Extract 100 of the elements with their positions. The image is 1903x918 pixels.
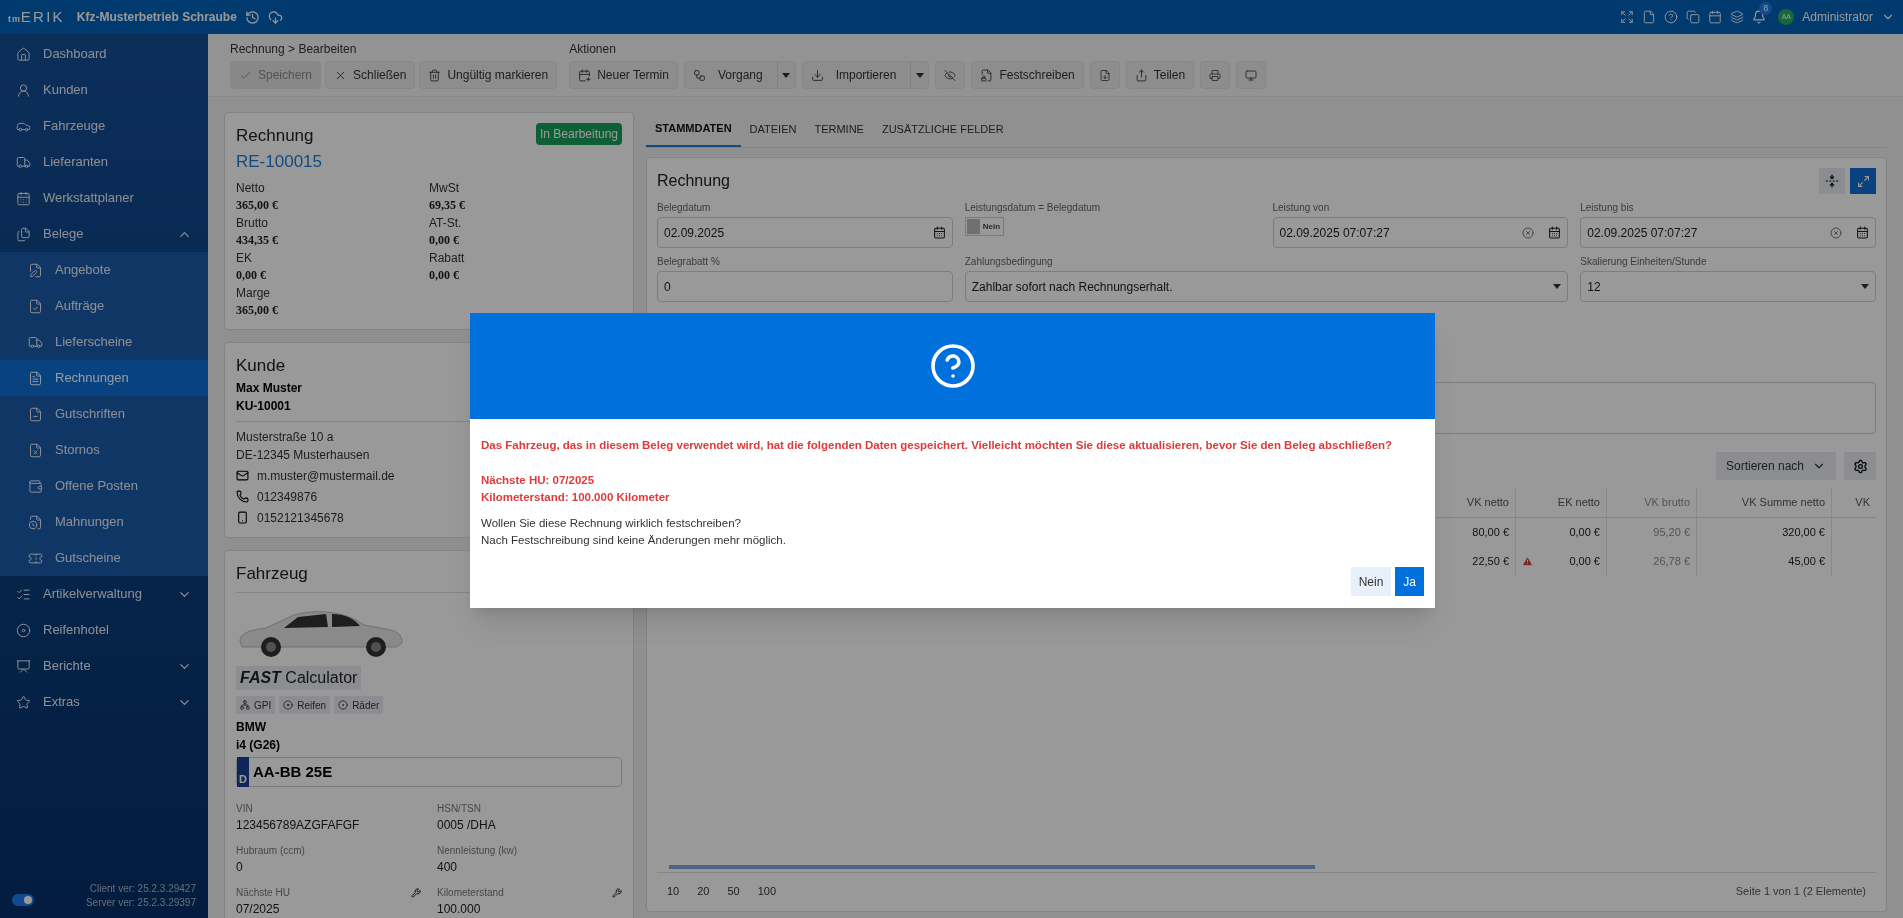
chip-button[interactable]: Räder bbox=[334, 696, 384, 714]
stat-value: 365,00 € bbox=[236, 302, 279, 319]
plate-country: D bbox=[237, 757, 249, 787]
nav-item[interactable]: Angebote bbox=[0, 252, 208, 288]
chip-button[interactable]: Reifen bbox=[279, 696, 331, 714]
caret-icon[interactable] bbox=[1861, 284, 1869, 289]
nav-item[interactable]: Aufträge bbox=[0, 288, 208, 324]
tab[interactable]: ZUSÄTZLICHE FELDER bbox=[872, 112, 1013, 147]
tab[interactable]: DATEIEN bbox=[740, 112, 806, 147]
field-label: Nächste HU bbox=[236, 886, 290, 900]
action-label[interactable]: Importieren bbox=[829, 66, 903, 84]
customer-name: Max Muster bbox=[236, 379, 303, 397]
nav-item[interactable]: Mahnungen bbox=[0, 504, 208, 540]
select-field[interactable]: Zahlbar sofort nach Rechnungserhalt. bbox=[964, 271, 1569, 302]
expand-button[interactable] bbox=[1850, 168, 1876, 194]
tab[interactable]: STAMMDATEN bbox=[646, 112, 741, 147]
dialog-button[interactable]: Nein bbox=[1350, 567, 1392, 597]
page-size-option[interactable]: 50 bbox=[727, 882, 740, 899]
nav-item[interactable]: Lieferscheine bbox=[0, 324, 208, 360]
wrench-icon[interactable] bbox=[411, 888, 421, 898]
toggle-switch[interactable] bbox=[12, 894, 34, 906]
nav-icon bbox=[28, 442, 43, 458]
toolbar-icon[interactable] bbox=[1708, 10, 1723, 24]
calendar-icon[interactable] bbox=[1856, 226, 1869, 239]
nav-item[interactable]: Artikelverwaltung bbox=[0, 576, 208, 612]
column-header[interactable]: EK netto bbox=[1515, 488, 1606, 517]
column-header[interactable]: VK Summe netto bbox=[1696, 488, 1831, 517]
nav-item[interactable]: Gutschriften bbox=[0, 396, 208, 432]
action-button[interactable]: Neuer Termin bbox=[569, 61, 678, 89]
calculator-logo[interactable]: FAST Calculator bbox=[236, 666, 362, 690]
toolbar-icon[interactable] bbox=[1730, 10, 1745, 24]
cloud-download-icon[interactable] bbox=[267, 9, 283, 25]
caret-icon[interactable] bbox=[1553, 284, 1562, 289]
nav-item[interactable]: Stornos bbox=[0, 432, 208, 468]
invoice-number[interactable]: RE-100015 bbox=[236, 148, 322, 174]
nav-item[interactable]: Dashboard bbox=[0, 36, 208, 72]
date-field[interactable]: 02.09.2025 bbox=[657, 217, 953, 248]
nav-item[interactable]: Offene Posten bbox=[0, 468, 208, 504]
settings-icon bbox=[1852, 458, 1868, 474]
nav-item[interactable]: Gutscheine bbox=[0, 540, 208, 576]
nav-item[interactable]: Belege bbox=[0, 216, 208, 252]
nav-item[interactable]: Rechnungen bbox=[0, 360, 208, 396]
calendar-icon[interactable] bbox=[932, 226, 946, 239]
caret-icon[interactable] bbox=[915, 72, 924, 78]
split-button[interactable]: Vorgang bbox=[683, 61, 796, 89]
nav-item[interactable]: Lieferanten bbox=[0, 144, 208, 180]
toolbar-icon[interactable] bbox=[1664, 10, 1679, 24]
toggle-button[interactable]: Nein bbox=[964, 217, 1005, 236]
logo[interactable]: tm ERIK bbox=[8, 5, 65, 29]
split-button[interactable]: Importieren bbox=[801, 61, 930, 89]
calendar-icon[interactable] bbox=[1548, 226, 1562, 239]
icon-button[interactable] bbox=[935, 61, 966, 89]
toolbar-icon[interactable] bbox=[1686, 10, 1701, 24]
section-title: Aktionen bbox=[569, 41, 617, 58]
datetime-field[interactable]: 02.09.2025 07:07:27 bbox=[1272, 217, 1569, 248]
mobile-number[interactable]: 0152121345678 bbox=[257, 508, 344, 527]
stat-label: MwSt bbox=[429, 180, 460, 197]
toolbar-icon[interactable] bbox=[1642, 10, 1657, 24]
select-field[interactable]: 12 bbox=[1580, 271, 1876, 302]
toolbar-button[interactable]: Schließen bbox=[325, 61, 416, 89]
icon-button[interactable] bbox=[1236, 61, 1267, 89]
datetime-field[interactable]: 02.09.2025 07:07:27 bbox=[1580, 217, 1876, 248]
nav-item[interactable]: Fahrzeuge bbox=[0, 108, 208, 144]
nav-item[interactable]: Reifenhotel bbox=[0, 612, 208, 648]
field-label: HSN/TSN bbox=[437, 802, 481, 816]
collapse-button[interactable] bbox=[1819, 168, 1845, 194]
toolbar-icon[interactable] bbox=[1620, 10, 1635, 24]
icon-button[interactable] bbox=[1089, 61, 1120, 89]
page-size-option[interactable]: 20 bbox=[697, 882, 710, 899]
action-icon bbox=[810, 68, 824, 82]
wrench-icon[interactable] bbox=[612, 888, 622, 898]
page-size-option[interactable]: 100 bbox=[757, 882, 777, 899]
page-size-option[interactable]: 10 bbox=[667, 882, 680, 899]
nav-item[interactable]: Werkstattplaner bbox=[0, 180, 208, 216]
horizontal-scrollbar[interactable] bbox=[669, 864, 1316, 869]
action-button[interactable]: Festschreiben bbox=[971, 61, 1084, 89]
action-button[interactable]: Teilen bbox=[1125, 61, 1195, 89]
input-field[interactable]: 0 bbox=[657, 271, 953, 302]
user-name[interactable]: Administrator bbox=[1802, 8, 1873, 26]
sort-button[interactable]: Sortieren nach bbox=[1715, 452, 1836, 480]
icon-button[interactable] bbox=[1200, 61, 1231, 89]
nav-item[interactable]: Kunden bbox=[0, 72, 208, 108]
clear-icon[interactable] bbox=[1522, 226, 1535, 239]
action-label[interactable]: Vorgang bbox=[711, 66, 769, 84]
stat-label: EK bbox=[236, 250, 253, 267]
toolbar-button[interactable]: Ungültig markieren bbox=[419, 61, 558, 89]
column-header[interactable]: VK bbox=[1831, 488, 1876, 517]
dialog-button[interactable]: Ja bbox=[1395, 567, 1424, 597]
tab[interactable]: TERMINE bbox=[805, 112, 873, 147]
phone-number[interactable]: 012349876 bbox=[257, 487, 318, 506]
settings-button[interactable] bbox=[1844, 452, 1876, 480]
nav-icon bbox=[28, 406, 43, 422]
nav-item[interactable]: Berichte bbox=[0, 648, 208, 684]
chip-button[interactable]: GPI bbox=[236, 696, 276, 714]
history-icon[interactable] bbox=[244, 9, 260, 25]
nav-item[interactable]: Extras bbox=[0, 684, 208, 720]
bell-icon[interactable] bbox=[1752, 10, 1767, 24]
caret-icon[interactable] bbox=[782, 72, 791, 78]
clear-icon[interactable] bbox=[1830, 226, 1842, 239]
email-link[interactable]: m.muster@mustermail.de bbox=[257, 466, 395, 485]
